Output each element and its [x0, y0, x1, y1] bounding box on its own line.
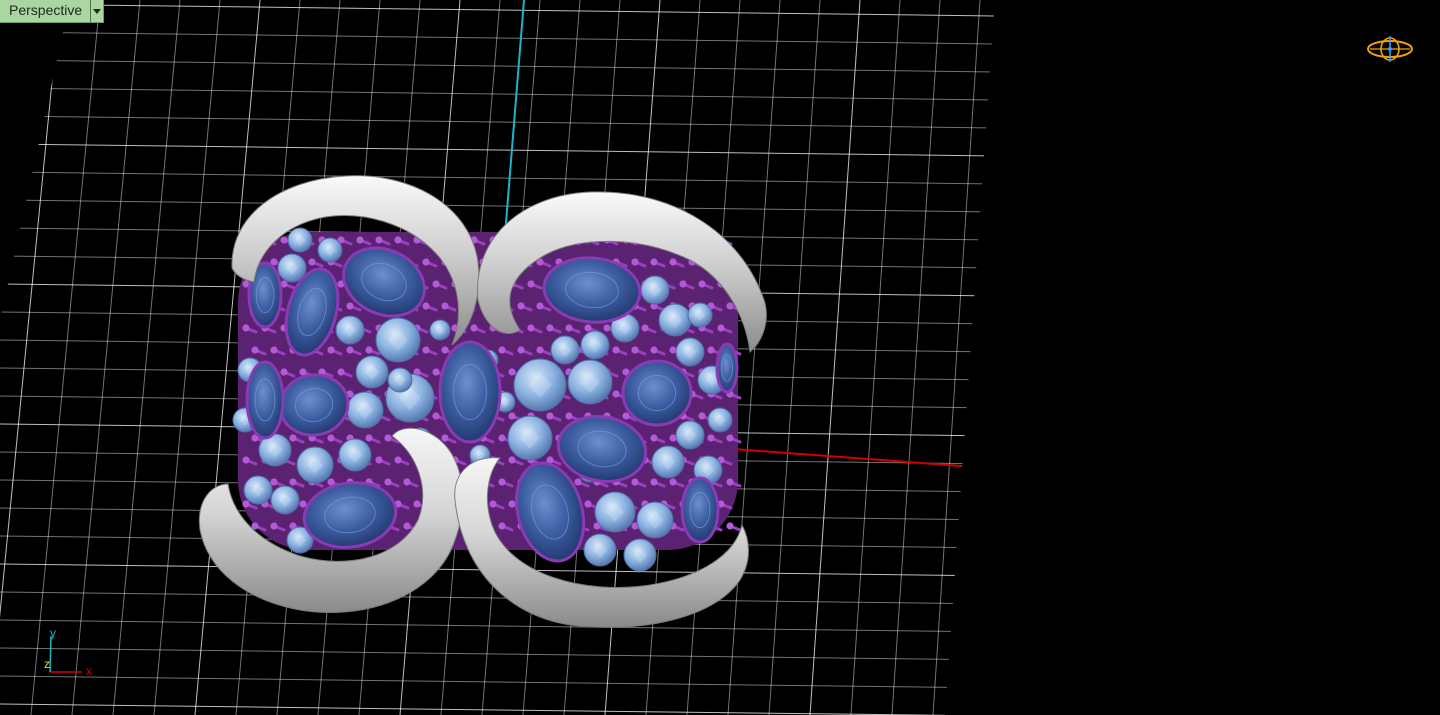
axis-x-label: x: [86, 664, 92, 678]
viewport-title-tab[interactable]: Perspective: [0, 0, 105, 23]
y-axis-line: [504, 0, 525, 236]
axis-z-label: z: [44, 657, 50, 671]
viewport-title: Perspective: [9, 2, 83, 18]
orbit-navigation-icon[interactable]: [1364, 34, 1416, 64]
axis-y-label: y: [50, 626, 56, 640]
chevron-down-icon[interactable]: [90, 0, 103, 22]
axis-indicator: x y z: [44, 626, 92, 678]
x-axis-line: [719, 447, 963, 467]
perspective-viewport[interactable]: Perspective x y z: [0, 0, 1440, 715]
3d-scene[interactable]: x y z: [0, 0, 1440, 715]
ring-model[interactable]: [198, 175, 767, 628]
